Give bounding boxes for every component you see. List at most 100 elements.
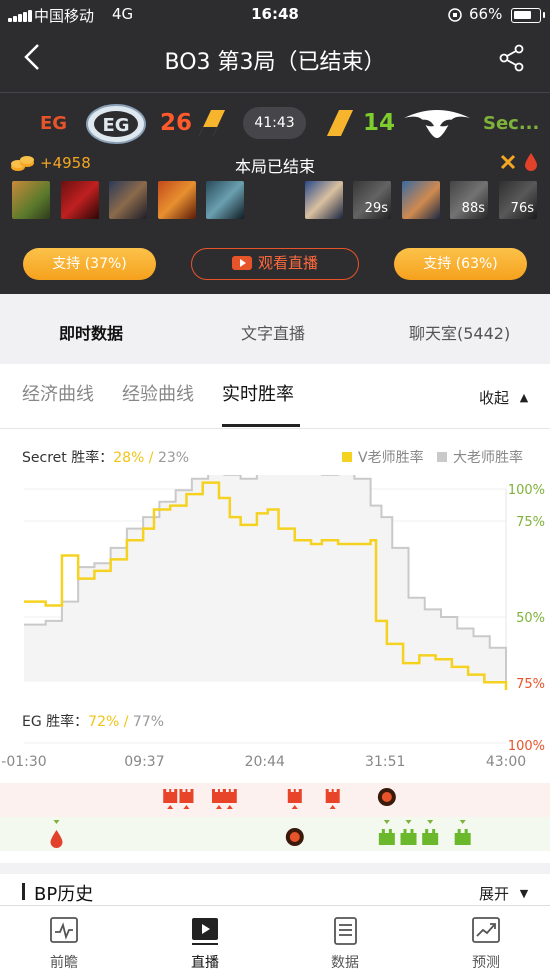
- y-axis-tick-label: 50%: [516, 611, 545, 626]
- nav-preview-label: 前瞻: [50, 955, 78, 971]
- respawn-timer: 88s: [461, 201, 485, 216]
- triangle-up-icon: ▲: [519, 391, 529, 404]
- subtab-live-winrate[interactable]: 实时胜率: [222, 380, 294, 406]
- nav-predict-label: 预测: [472, 955, 500, 971]
- legend-big-label: 大老师胜率: [453, 450, 523, 466]
- collapse-button[interactable]: 收起 ▲: [479, 387, 528, 408]
- score-right: 14: [363, 110, 396, 136]
- eg-event-row: [0, 783, 550, 817]
- eg-winrate: EG 胜率：72% / 77%: [22, 714, 165, 730]
- match-clock: 41:43: [243, 107, 306, 139]
- tab-live-data[interactable]: 即时数据: [59, 320, 123, 344]
- pulse-chart-icon: [50, 917, 78, 943]
- respawn-timer: 29s: [364, 201, 388, 216]
- legend-v: V老师胜率: [342, 447, 424, 467]
- secret-winrate-v: 28%: [113, 450, 145, 466]
- nav-live[interactable]: 直播: [175, 906, 235, 977]
- y-axis-tick-label: 75%: [516, 677, 545, 692]
- bottom-nav: 前瞻 直播 数据 预测: [0, 905, 550, 977]
- main-tabs: 即时数据 文字直播 聊天室(5442): [0, 294, 550, 364]
- team-left-name: EG: [40, 113, 68, 134]
- bp-history-title: BP历史: [34, 884, 94, 905]
- hero-portrait-secret-2: 29s: [353, 181, 391, 219]
- hero-portrait-secret-5: 76s: [499, 181, 537, 219]
- tower-kill-icon-shape: [287, 789, 302, 803]
- play-screen-icon: [192, 918, 218, 945]
- nav-data[interactable]: 数据: [315, 906, 375, 977]
- x-axis-tick-label: 09:37: [124, 754, 164, 770]
- eg-winrate-big: 77%: [132, 714, 165, 730]
- eg-winrate-label: EG 胜率：: [22, 714, 89, 730]
- clock-time: 16:48: [251, 5, 299, 23]
- section-divider: [0, 428, 550, 429]
- hero-portrait-secret-1: [305, 181, 343, 219]
- roshan-kill-icon-core: [289, 832, 300, 842]
- hero-portrait-eg-2: [61, 181, 99, 219]
- x-axis-tick-label: 20:44: [245, 754, 285, 770]
- respawn-timer: 76s: [510, 201, 534, 216]
- subtab-active-indicator: [222, 424, 300, 427]
- trend-chart-icon: [472, 917, 500, 943]
- nav-preview[interactable]: 前瞻: [34, 906, 94, 977]
- legend-big: 大老师胜率: [437, 447, 523, 467]
- play-video-icon: [231, 256, 252, 270]
- support-secret-button[interactable]: 支持 (63%): [394, 248, 527, 280]
- crossed-swords-icon: [500, 154, 516, 170]
- tower-kill-icon-shape: [222, 789, 237, 803]
- secret-winrate: Secret 胜率：28% / 23%: [22, 450, 190, 466]
- share-icon[interactable]: [497, 43, 527, 73]
- document-list-icon: [334, 917, 357, 945]
- triangle-down-icon: ▼: [519, 887, 529, 900]
- hero-portrait-secret-3: [402, 181, 440, 219]
- nav-data-label: 数据: [331, 955, 359, 971]
- hero-portrait-eg-5: [206, 181, 244, 219]
- page-title: BO3 第3局（已结束）: [164, 50, 386, 75]
- expand-button[interactable]: 展开 ▼: [479, 883, 528, 904]
- team-right-name: Sec...: [483, 113, 540, 134]
- score-left: 26: [160, 110, 193, 136]
- tab-chat-room[interactable]: 聊天室(5442): [409, 320, 510, 344]
- eg-logo-icon: EG: [86, 104, 146, 144]
- header-divider: [0, 92, 550, 93]
- watch-live-label: 观看直播: [257, 254, 318, 272]
- match-status: 本局已结束: [234, 157, 315, 176]
- orientation-lock-icon: [448, 8, 462, 22]
- hero-portrait-eg-3: [109, 181, 147, 219]
- nav-live-label: 直播: [191, 955, 219, 971]
- eg-winrate-v: 72%: [88, 714, 120, 730]
- winrate-chart: 100% 75% 50% 75% 100% -01:30 09:37 20:44 31:51 4…: [0, 475, 550, 851]
- svg-text:EG: EG: [102, 115, 129, 136]
- legend-swatch-big: [437, 452, 447, 462]
- tower-kill-icon-shape: [163, 789, 178, 803]
- nav-predict[interactable]: 预测: [456, 906, 516, 977]
- subtab-experience-curve[interactable]: 经验曲线: [122, 380, 194, 406]
- first-blood-icon: [525, 153, 537, 171]
- status-bar: 中国移动 4G 16:48 66%: [0, 0, 550, 30]
- tower-kill-icon-shape: [325, 789, 340, 803]
- y-axis-tick-label: 100%: [508, 739, 545, 754]
- y-axis-tick-label: 75%: [516, 515, 545, 530]
- section-gap: [0, 863, 550, 874]
- subtab-economy-curve[interactable]: 经济曲线: [22, 380, 94, 406]
- x-axis-tick-label: 31:51: [365, 754, 405, 770]
- legend-swatch-v: [342, 452, 352, 462]
- secret-winrate-label: Secret 胜率：: [22, 450, 114, 466]
- support-eg-button[interactable]: 支持 (37%): [23, 248, 156, 280]
- secret-logo-icon: [404, 110, 470, 138]
- x-axis-tick-label: -01:30: [1, 754, 46, 770]
- battery-percent: 66%: [469, 5, 503, 23]
- watch-live-button[interactable]: 观看直播: [191, 248, 359, 280]
- hero-portrait-secret-4: 88s: [450, 181, 488, 219]
- roshan-kill-icon-core: [381, 792, 392, 802]
- bp-accent-bar: [22, 883, 25, 900]
- y-axis-tick-label: 100%: [508, 483, 545, 498]
- hero-portrait-eg-4: [158, 181, 196, 219]
- collapse-label: 收起: [479, 389, 510, 407]
- tab-text-live[interactable]: 文字直播: [241, 320, 305, 344]
- secret-winrate-big: 23%: [157, 450, 190, 466]
- legend-v-label: V老师胜率: [358, 450, 424, 466]
- hero-portrait-eg-1: [12, 181, 50, 219]
- tower-kill-icon-shape: [179, 789, 194, 803]
- battery-icon: [511, 8, 545, 23]
- x-axis-tick-label: 43:00: [486, 754, 526, 770]
